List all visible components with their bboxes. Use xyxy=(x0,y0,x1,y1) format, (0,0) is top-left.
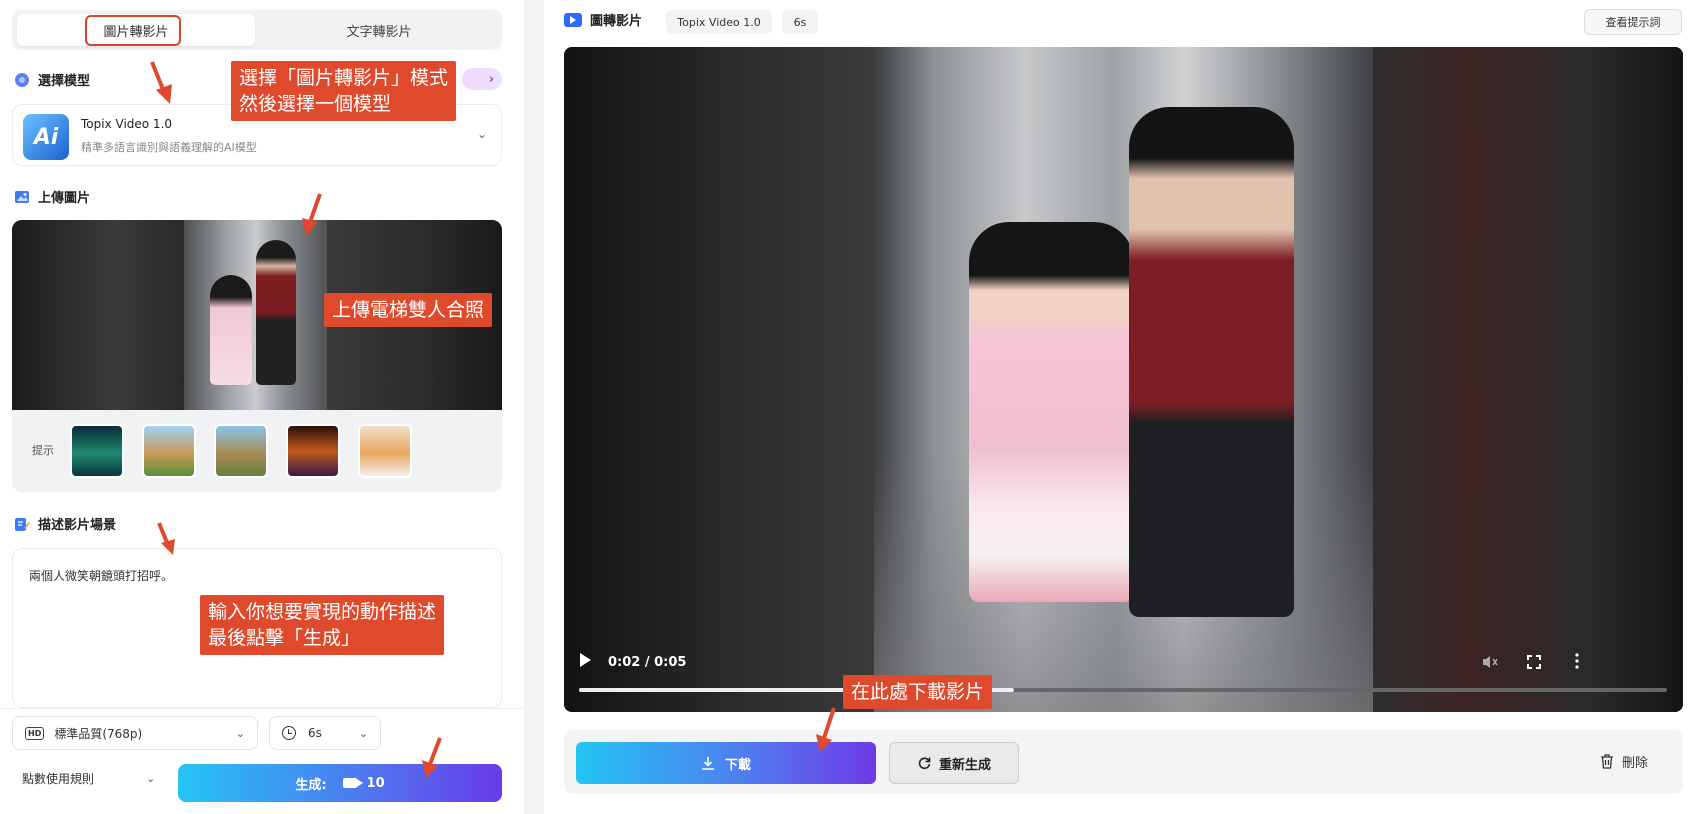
image-icon xyxy=(15,190,29,203)
clock-icon xyxy=(282,726,296,740)
quality-select[interactable]: HD 標準品質(768p) ⌄ xyxy=(12,716,258,750)
more-options-icon[interactable] xyxy=(1574,653,1580,669)
video-time: 0:02 / 0:05 xyxy=(608,655,687,670)
image-elevator xyxy=(184,220,327,410)
video-player[interactable]: 0:02 / 0:05 xyxy=(564,47,1683,712)
hint-thumb-runner[interactable] xyxy=(214,424,268,478)
hint-thumb-cat[interactable] xyxy=(358,424,412,478)
model-description: 精準多語言識別與語義理解的AI模型 xyxy=(81,141,257,154)
annotation-mode-line1: 選擇「圖片轉影片」模式 xyxy=(239,67,449,89)
hd-icon: HD xyxy=(25,726,45,740)
generate-label: 生成: xyxy=(295,777,327,793)
annotation-upload: 上傳電梯雙人合照 xyxy=(324,293,493,327)
duration-value: 6s xyxy=(308,726,322,740)
credit-rules-link[interactable]: 點數使用規則 xyxy=(22,770,94,787)
panel-divider xyxy=(524,0,544,814)
delete-button[interactable]: 刪除 xyxy=(1600,752,1648,771)
model-section-title: 選擇模型 xyxy=(14,70,90,89)
duration-chip: 6s xyxy=(782,10,818,34)
result-title: 圖轉影片 xyxy=(564,10,642,29)
tab-image-to-video[interactable]: 圖片轉影片 xyxy=(17,14,255,46)
arrow-icon xyxy=(816,707,836,752)
video-blur-right xyxy=(1373,47,1683,712)
annotation-mode-line2: 然後選擇一個模型 xyxy=(239,93,392,115)
image-blur-left xyxy=(12,220,184,410)
upload-area[interactable]: 提示 xyxy=(12,220,502,492)
chevron-down-icon: ⌄ xyxy=(235,727,245,740)
annotation-describe: 輸入你想要實現的動作描述 最後點擊「生成」 xyxy=(200,595,445,655)
hint-thumb-bear[interactable] xyxy=(142,424,196,478)
video-blur-left xyxy=(564,47,874,712)
arrow-icon xyxy=(302,193,322,236)
trash-icon xyxy=(1601,754,1613,769)
arrow-icon xyxy=(422,737,442,778)
prompt-text: 兩個人微笑朝鏡頭打招呼。 xyxy=(29,569,174,583)
model-icon xyxy=(15,72,29,87)
chevron-down-icon: ⌄ xyxy=(476,127,487,141)
quality-value: 標準品質(768p) xyxy=(54,726,143,741)
hint-thumb-bottle[interactable] xyxy=(286,424,340,478)
annotation-describe-line1: 輸入你想要實現的動作描述 xyxy=(208,601,437,623)
tab-text-to-video[interactable]: 文字轉影片 xyxy=(260,14,498,46)
download-icon xyxy=(701,757,714,770)
regenerate-button[interactable]: 重新生成 xyxy=(889,742,1019,784)
describe-section-title: 描述影片場景 xyxy=(14,514,116,533)
volume-icon[interactable] xyxy=(1482,655,1498,669)
fullscreen-icon[interactable] xyxy=(1527,655,1541,669)
hint-row: 提示 xyxy=(12,418,502,484)
video-person-girl xyxy=(969,222,1134,602)
arrow-icon xyxy=(157,522,175,555)
generate-button[interactable]: 生成: 10 xyxy=(178,764,502,802)
annotation-download: 在此處下載影片 xyxy=(843,675,993,709)
right-panel: 圖轉影片 Topix Video 1.0 6s 查看提示詞 0:02 / 0:0… xyxy=(544,0,1696,814)
image-person-girl xyxy=(210,275,252,385)
annotation-describe-line2: 最後點擊「生成」 xyxy=(208,627,361,649)
upload-section-label: 上傳圖片 xyxy=(38,191,91,206)
result-title-text: 圖轉影片 xyxy=(590,14,643,29)
left-panel: 圖片轉影片 文字轉影片 選擇模型 › Ai Topix Video 1.0 精準… xyxy=(0,0,524,814)
delete-label: 刪除 xyxy=(1622,756,1649,771)
model-section-label: 選擇模型 xyxy=(38,74,91,89)
view-prompt-button[interactable]: 查看提示詞 xyxy=(1584,9,1682,35)
download-label: 下載 xyxy=(724,757,751,773)
arrow-icon xyxy=(150,61,172,104)
mode-tabs: 圖片轉影片 文字轉影片 xyxy=(12,10,502,50)
annotation-mode-model: 選擇「圖片轉影片」模式 然後選擇一個模型 xyxy=(231,61,457,121)
hint-thumb-aurora[interactable] xyxy=(70,424,124,478)
model-name: Topix Video 1.0 xyxy=(81,117,173,131)
model-logo: Ai xyxy=(23,114,69,160)
chevron-down-icon: ⌄ xyxy=(146,772,156,785)
upload-section-title: 上傳圖片 xyxy=(14,187,90,206)
video-person-man xyxy=(1129,107,1294,617)
video-frame xyxy=(874,47,1374,712)
describe-section-label: 描述影片場景 xyxy=(38,518,117,533)
play-icon[interactable] xyxy=(580,653,591,667)
refresh-icon xyxy=(918,757,931,770)
action-bar: 下載 重新生成 刪除 xyxy=(564,730,1683,794)
regenerate-label: 重新生成 xyxy=(938,757,991,773)
image-person-man xyxy=(256,240,296,385)
model-chip: Topix Video 1.0 xyxy=(666,10,772,34)
duration-select[interactable]: 6s ⌄ xyxy=(269,716,381,750)
hint-label: 提示 xyxy=(32,444,54,457)
video-icon xyxy=(564,12,582,27)
chevron-down-icon: ⌄ xyxy=(358,727,368,740)
video-camera-icon xyxy=(342,778,363,788)
chevron-right-icon[interactable]: › xyxy=(462,68,502,90)
edit-icon xyxy=(15,517,30,531)
video-progress-bar[interactable] xyxy=(579,688,1667,692)
generate-cost: 10 xyxy=(366,775,385,791)
